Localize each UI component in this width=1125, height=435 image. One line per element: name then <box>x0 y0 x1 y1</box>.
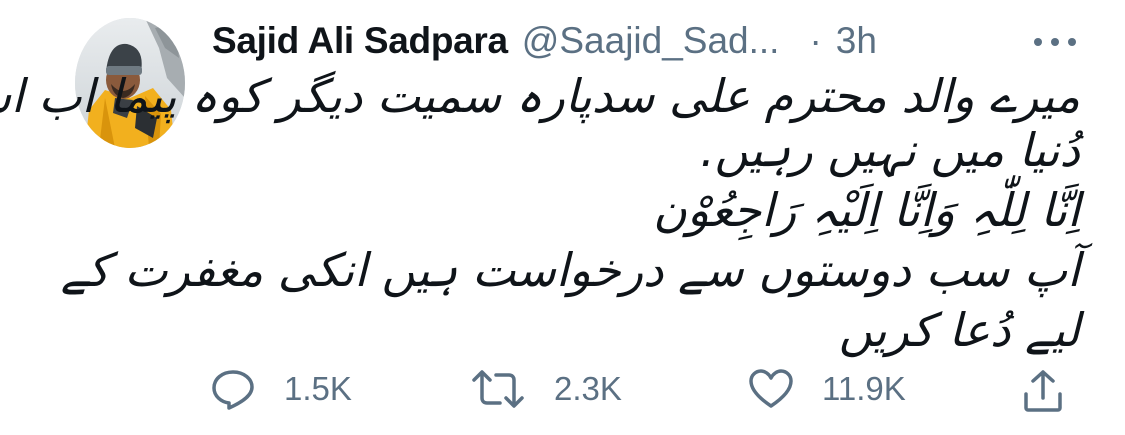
more-button[interactable] <box>1030 22 1080 62</box>
retweet-count: 2.3K <box>554 370 622 407</box>
heart-icon <box>749 369 793 408</box>
author-handle[interactable]: @Saajid_Sad... <box>522 20 780 62</box>
separator-dot: · <box>809 20 822 61</box>
tweet-line: لیے دُعا کریں <box>838 303 1080 357</box>
tweet-header: Sajid Ali Sadpara @Saajid_Sad... · 3h <box>212 16 877 66</box>
reply-count: 1.5K <box>284 370 352 407</box>
tweet-line: اِنَّا لِلّٰہِ وَاِنَّا اِلَیْہِ رَاجِعُ… <box>653 183 1080 237</box>
tweet-actions: 1.5K 2.3K 11.9K <box>0 360 1125 420</box>
tweet-line: میرے والد محترم علی سدپارہ سمیت دیگر کوہ… <box>0 69 1080 123</box>
more-icon <box>1034 38 1076 46</box>
tweet-line: دُنیا میں نہیں رہیں. <box>700 123 1080 177</box>
reply-button[interactable]: 1.5K <box>210 368 352 410</box>
timestamp[interactable]: 3h <box>836 20 877 62</box>
like-button[interactable]: 11.9K <box>748 368 906 410</box>
share-button[interactable] <box>1020 368 1066 414</box>
tweet: Sajid Ali Sadpara @Saajid_Sad... · 3h می… <box>0 0 1125 435</box>
share-icon <box>1024 370 1062 412</box>
reply-icon <box>212 370 254 410</box>
retweet-icon <box>472 370 524 408</box>
tweet-line: آپ سب دوستوں سے درخواست ہیں انکی مغفرت ک… <box>60 243 1080 297</box>
author-name[interactable]: Sajid Ali Sadpara <box>212 20 508 62</box>
tweet-text: میرے والد محترم علی سدپارہ سمیت دیگر کوہ… <box>0 66 1080 360</box>
retweet-button[interactable]: 2.3K <box>470 368 622 410</box>
like-count: 11.9K <box>822 370 906 407</box>
